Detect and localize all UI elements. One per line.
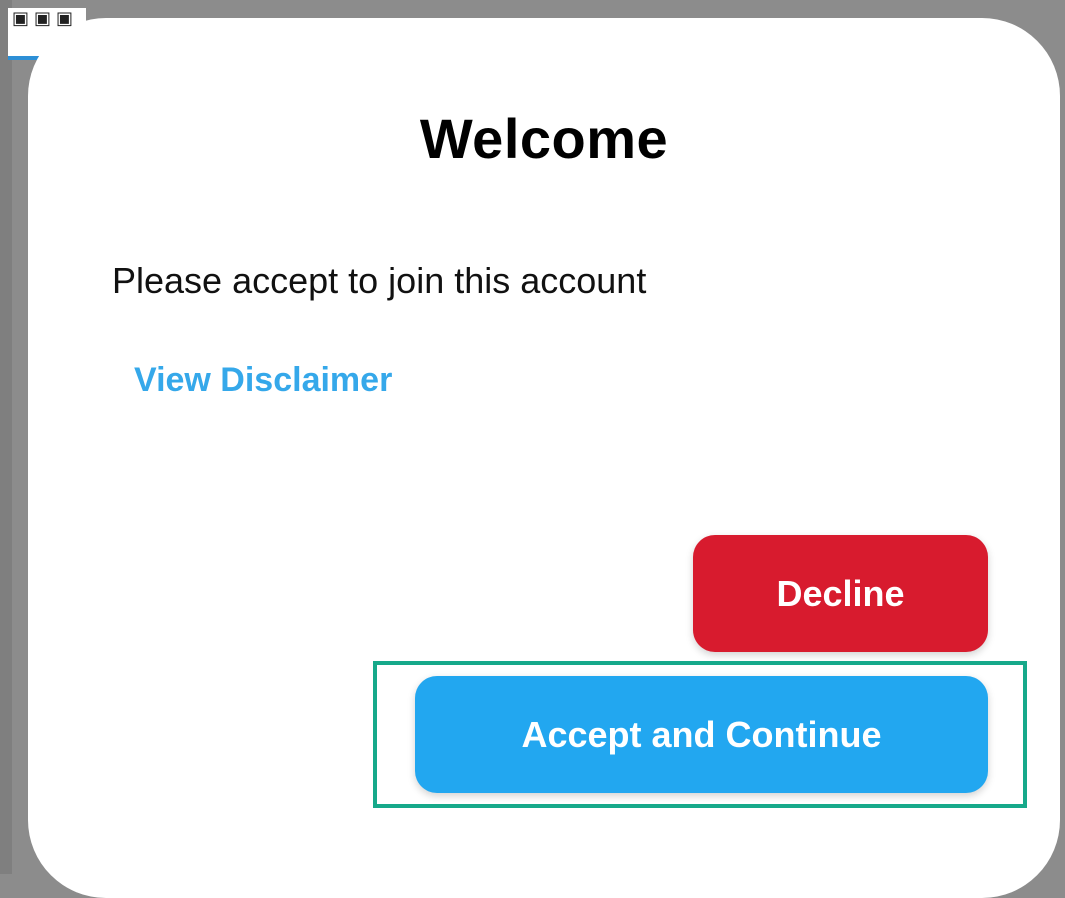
thumbnail-glyph: ▣ xyxy=(34,8,52,29)
thumbnail-glyph: ▣ xyxy=(12,8,30,29)
decline-button[interactable]: Decline xyxy=(693,535,988,652)
dialog-message: Please accept to join this account xyxy=(112,260,647,301)
highlight-box xyxy=(373,661,1027,808)
dialog-title: Welcome xyxy=(419,107,669,170)
view-disclaimer-link[interactable]: View Disclaimer xyxy=(134,361,392,400)
background-left-edge xyxy=(0,0,12,874)
